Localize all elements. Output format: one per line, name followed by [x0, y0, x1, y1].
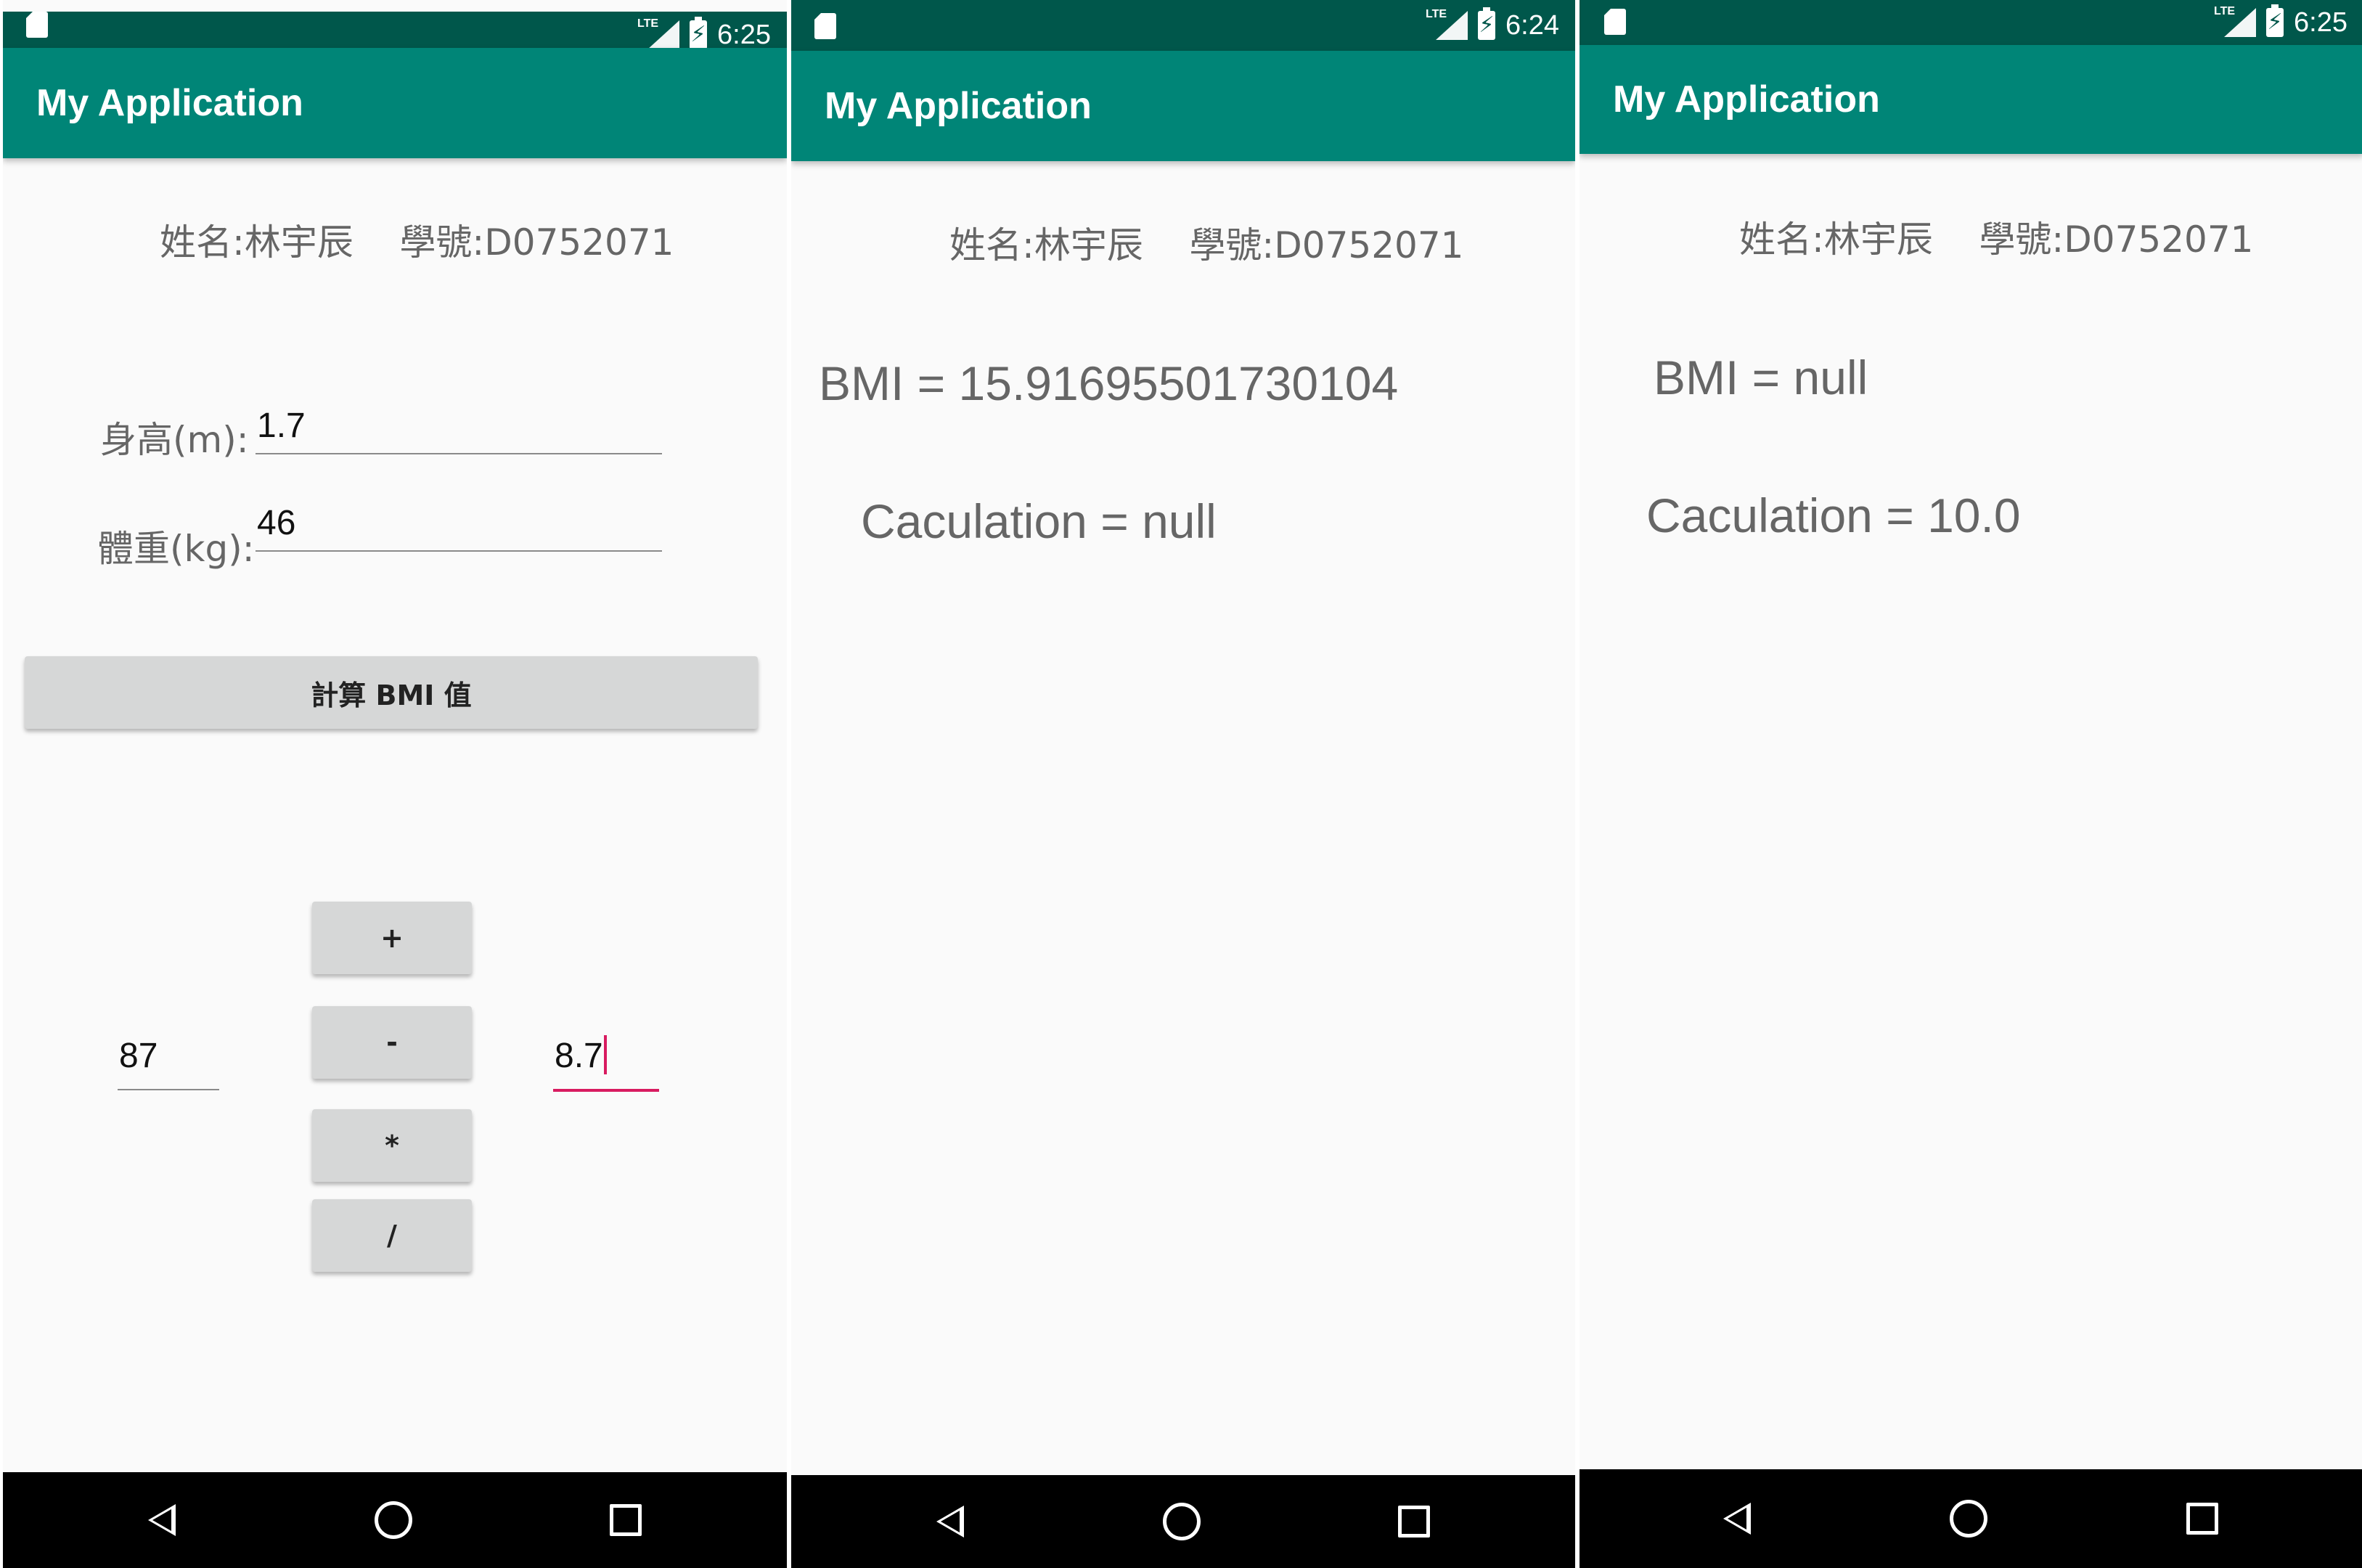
operand-left-value: 87: [119, 1037, 158, 1075]
student-name: 姓名:林宇辰: [160, 221, 354, 264]
student-info: 姓名:林宇辰 學號:D0752071: [160, 213, 674, 266]
app-title: My Application: [825, 85, 1092, 127]
sd-card-icon: [1604, 9, 1626, 35]
app-title: My Application: [36, 82, 303, 124]
weight-value: 46: [257, 504, 296, 542]
recent-apps-icon[interactable]: [610, 1504, 642, 1536]
weight-input[interactable]: 46: [256, 501, 662, 552]
screen-bmi-result: LTE ⚡ 6:24 My Application 姓名:林宇辰 學號:D075…: [791, 0, 1575, 1568]
operand-right-input[interactable]: 8.7: [553, 1034, 659, 1092]
battery-charging-icon: ⚡: [690, 17, 708, 49]
student-name: 姓名:林宇辰: [1739, 219, 1933, 261]
home-icon[interactable]: [1163, 1503, 1201, 1540]
battery-charging-icon: ⚡: [2266, 4, 2284, 37]
subtract-label: -: [386, 1026, 398, 1058]
back-icon[interactable]: [148, 1504, 176, 1536]
calculation-result: Caculation = 10.0: [1646, 489, 2021, 542]
nav-bar: [1580, 1469, 2362, 1568]
student-id: 學號:D0752071: [1979, 219, 2254, 261]
back-icon[interactable]: [936, 1506, 964, 1538]
calculation-result: Caculation = null: [861, 494, 1217, 548]
weight-label: 體重(kg):: [97, 528, 255, 570]
operand-left-input[interactable]: 87: [118, 1034, 219, 1090]
network-label: LTE: [2214, 5, 2236, 17]
student-info: 姓名:林宇辰 學號:D0752071: [1739, 211, 2253, 263]
sd-card-icon: [26, 12, 48, 38]
lte-signal-icon: LTE: [2214, 5, 2257, 37]
recent-apps-icon[interactable]: [1398, 1506, 1430, 1538]
screen-calc-result: LTE ⚡ 6:25 My Application 姓名:林宇辰 學號:D075…: [1580, 0, 2362, 1568]
divide-button[interactable]: /: [312, 1199, 472, 1272]
status-right: LTE ⚡ 6:24: [1426, 0, 1559, 51]
app-bar: My Application: [1580, 45, 2362, 154]
screen-input: LTE ⚡ 6:25 My Application 姓名:林宇辰 學號:D075…: [3, 0, 787, 1568]
sd-card-icon: [814, 13, 836, 39]
calculate-bmi-label: 計算 BMI 值: [311, 679, 472, 711]
subtract-button[interactable]: -: [312, 1006, 472, 1079]
home-icon[interactable]: [1950, 1500, 1987, 1538]
network-label: LTE: [1426, 8, 1447, 20]
app-bar: My Application: [791, 51, 1575, 161]
divide-label: /: [387, 1220, 397, 1251]
nav-bar: [3, 1472, 787, 1568]
height-value: 1.7: [257, 407, 306, 445]
calculate-bmi-button[interactable]: 計算 BMI 值: [25, 656, 758, 729]
operand-right-value: 8.7: [555, 1037, 603, 1075]
student-id: 學號:D0752071: [399, 221, 674, 264]
bmi-result: BMI = null: [1654, 351, 1868, 404]
back-icon[interactable]: [1723, 1503, 1751, 1535]
student-name: 姓名:林宇辰: [949, 224, 1143, 266]
multiply-label: *: [385, 1130, 399, 1161]
text-cursor: [603, 1035, 607, 1074]
home-icon[interactable]: [375, 1501, 412, 1539]
lte-signal-icon: LTE: [637, 17, 680, 49]
network-label: LTE: [637, 17, 659, 30]
recent-apps-icon[interactable]: [2186, 1503, 2218, 1535]
lte-signal-icon: LTE: [1426, 8, 1468, 40]
height-label: 身高(m):: [100, 419, 249, 461]
status-time: 6:25: [717, 19, 771, 50]
height-input[interactable]: 1.7: [256, 404, 662, 454]
multiply-button[interactable]: *: [312, 1109, 472, 1182]
student-info: 姓名:林宇辰 學號:D0752071: [949, 216, 1463, 269]
add-button[interactable]: +: [312, 902, 472, 974]
add-label: +: [380, 922, 404, 954]
app-bar: My Application: [3, 48, 787, 158]
status-bar: LTE ⚡ 6:24: [791, 0, 1575, 51]
status-right: LTE ⚡ 6:25: [2214, 0, 2347, 45]
battery-charging-icon: ⚡: [1478, 7, 1496, 40]
app-title: My Application: [1613, 78, 1880, 121]
status-bar: LTE ⚡ 6:25: [1580, 0, 2362, 45]
status-time: 6:25: [2294, 7, 2347, 38]
nav-bar: [791, 1475, 1575, 1568]
bmi-result: BMI = 15.91695501730104: [819, 356, 1399, 410]
status-time: 6:24: [1505, 9, 1559, 41]
student-id: 學號:D0752071: [1189, 224, 1464, 266]
